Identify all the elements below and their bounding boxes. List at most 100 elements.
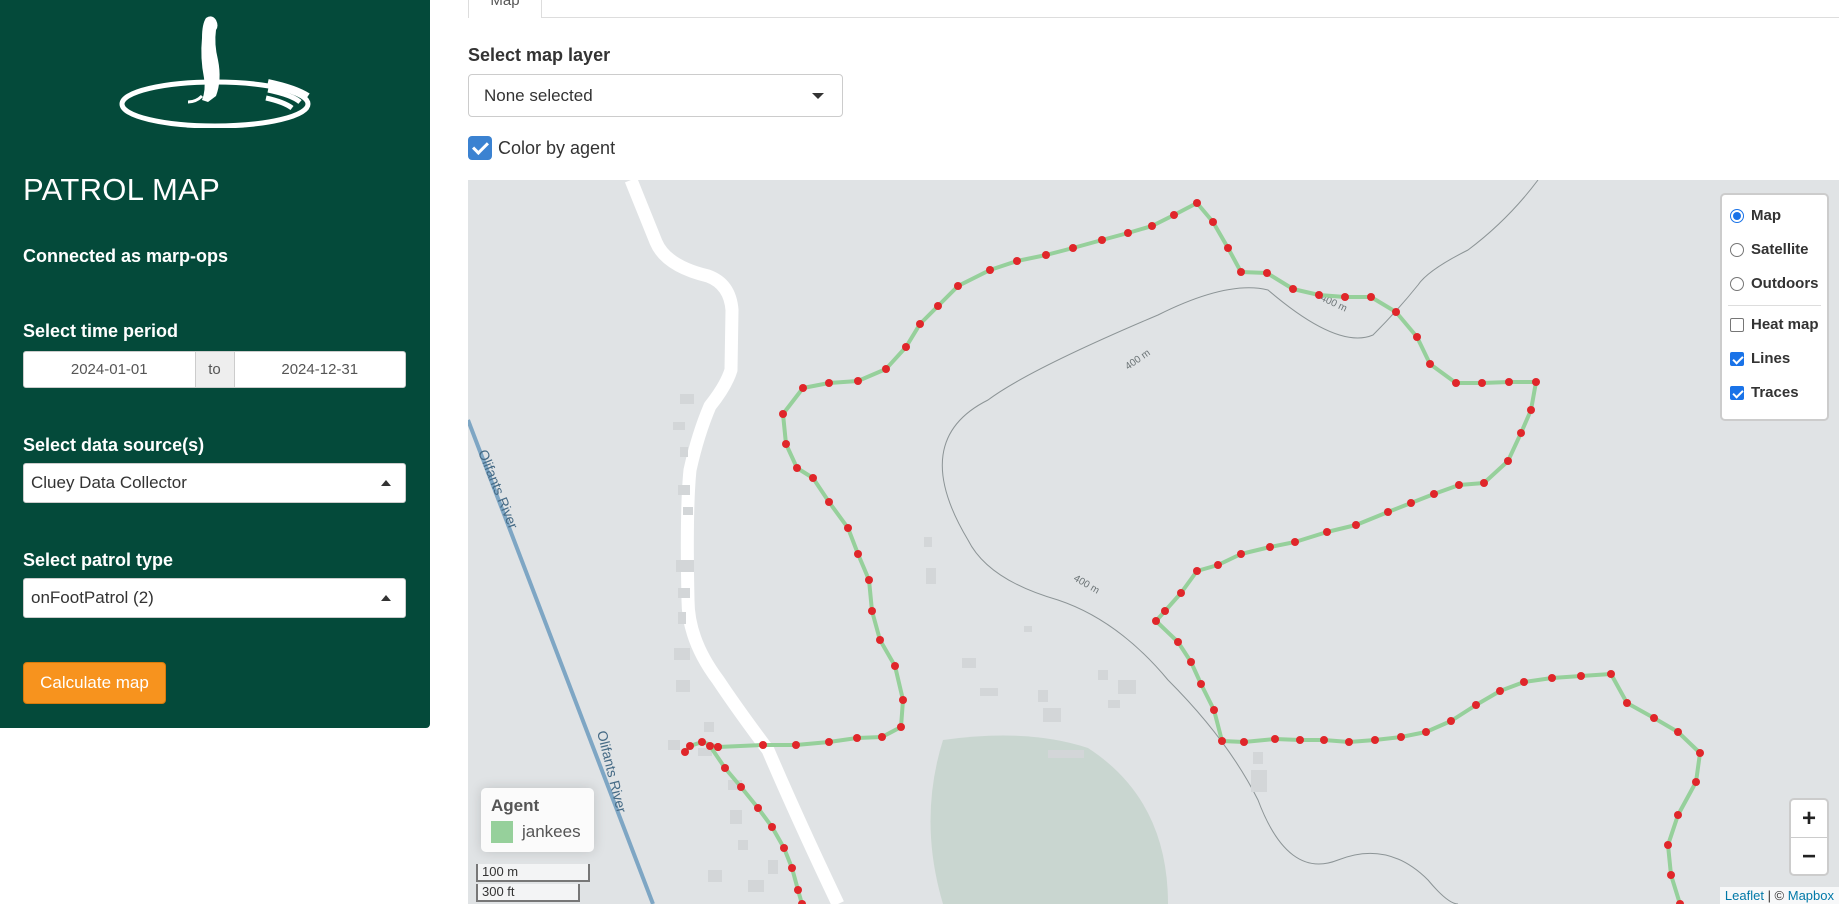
track-point [853, 734, 861, 742]
track-point [1209, 218, 1217, 226]
calculate-map-button[interactable]: Calculate map [23, 662, 166, 704]
track-point [1291, 538, 1299, 546]
track-point [1623, 699, 1631, 707]
tab-map[interactable]: Map [468, 0, 542, 18]
data-source-select[interactable]: Cluey Data Collector [23, 463, 406, 503]
track-point [1692, 778, 1700, 786]
track-point [1426, 360, 1434, 368]
layer-option-map[interactable]: Map [1730, 207, 1781, 224]
track-point [1532, 378, 1540, 386]
overlay-option-heatmap[interactable]: Heat map [1730, 316, 1819, 333]
track-point [1237, 550, 1245, 558]
track-point [1496, 687, 1504, 695]
track-point [854, 550, 862, 558]
track-point [1392, 308, 1400, 316]
track-point [780, 844, 788, 852]
track-point [1069, 244, 1077, 252]
track-point [1237, 268, 1245, 276]
checkbox-lines[interactable] [1730, 351, 1744, 366]
track-point [1152, 617, 1160, 625]
track-point [1170, 211, 1178, 219]
track-point [854, 377, 862, 385]
track-point [1323, 528, 1331, 536]
checkbox-heatmap[interactable] [1730, 317, 1744, 332]
track-point [1472, 701, 1480, 709]
legend-item: jankees [491, 821, 584, 843]
legend-swatch [491, 821, 513, 843]
radio-outdoors[interactable] [1730, 276, 1744, 291]
data-source-label: Select data source(s) [23, 435, 205, 455]
map-canvas[interactable]: Olifants River Olifants River 400 m 400 … [468, 180, 1839, 904]
track-point [768, 823, 776, 831]
layer-label-satellite: Satellite [1751, 241, 1809, 258]
track-point [1674, 811, 1682, 819]
track-point [1452, 379, 1460, 387]
overlay-label-heatmap: Heat map [1751, 316, 1819, 333]
map-layer-label: Select map layer [468, 45, 611, 65]
track-point [899, 696, 907, 704]
track-point [809, 474, 817, 482]
track-point [986, 266, 994, 274]
patrol-track-points [681, 199, 1704, 904]
track-point [825, 379, 833, 387]
data-source-value: Cluey Data Collector [31, 473, 187, 492]
track-point [1367, 293, 1375, 301]
patrol-type-label: Select patrol type [23, 550, 174, 570]
date-end-input[interactable]: 2024-12-31 [235, 352, 406, 387]
zoom-in-button[interactable]: + [1791, 800, 1827, 837]
color-by-agent-row[interactable]: Color by agent [468, 136, 615, 160]
track-point [794, 886, 802, 894]
park-area [930, 735, 1168, 904]
track-point [1042, 251, 1050, 259]
attribution-leaflet-link[interactable]: Leaflet [1725, 888, 1764, 903]
track-point [1422, 728, 1430, 736]
track-point [897, 723, 905, 731]
date-range-separator: to [194, 352, 235, 387]
color-by-agent-checkbox[interactable] [468, 136, 492, 160]
track-point [788, 864, 796, 872]
track-point [868, 607, 876, 615]
track-point [1320, 736, 1328, 744]
track-point [882, 365, 890, 373]
layer-option-outdoors[interactable]: Outdoors [1730, 275, 1819, 292]
track-point [1177, 589, 1185, 597]
track-point [1197, 680, 1205, 688]
checkbox-traces[interactable] [1730, 385, 1744, 400]
date-start-input[interactable]: 2024-01-01 [24, 352, 195, 387]
track-point [754, 804, 762, 812]
river-label-1: Olifants River [475, 447, 521, 531]
overlay-option-traces[interactable]: Traces [1730, 384, 1799, 401]
caret-up-icon [381, 480, 391, 486]
track-point [1224, 244, 1232, 252]
track-point [954, 282, 962, 290]
overlay-option-lines[interactable]: Lines [1730, 350, 1790, 367]
map-legend: Agent jankees [481, 788, 594, 852]
patrol-type-select[interactable]: onFootPatrol (2) [23, 578, 406, 618]
track-point [1193, 199, 1201, 207]
zoom-out-button[interactable]: − [1791, 837, 1827, 874]
overlay-label-lines: Lines [1751, 350, 1791, 367]
track-point [876, 636, 884, 644]
track-point [1098, 236, 1106, 244]
map-layer-select[interactable]: None selected [468, 74, 843, 117]
radio-map[interactable] [1730, 208, 1744, 223]
track-point [714, 743, 722, 751]
track-point [916, 320, 924, 328]
track-point [706, 742, 714, 750]
scale-imperial: 300 ft [476, 884, 580, 902]
sidebar: PATROL MAP Connected as marp-ops Select … [0, 0, 430, 728]
radio-satellite[interactable] [1730, 242, 1744, 257]
connection-status: Connected as marp-ops [23, 246, 229, 266]
track-point [1193, 567, 1201, 575]
date-range-input[interactable]: 2024-01-01 to 2024-12-31 [23, 351, 406, 388]
track-point [792, 741, 800, 749]
attribution-mapbox-link[interactable]: Mapbox [1788, 888, 1834, 903]
layer-option-satellite[interactable]: Satellite [1730, 241, 1809, 258]
layer-label-map: Map [1751, 207, 1781, 224]
track-point [878, 733, 886, 741]
track-point [1214, 561, 1222, 569]
track-point [1577, 672, 1585, 680]
patrol-type-value: onFootPatrol (2) [31, 588, 154, 607]
track-point [844, 524, 852, 532]
map-attribution: Leaflet | © Mapbox [1719, 887, 1839, 904]
